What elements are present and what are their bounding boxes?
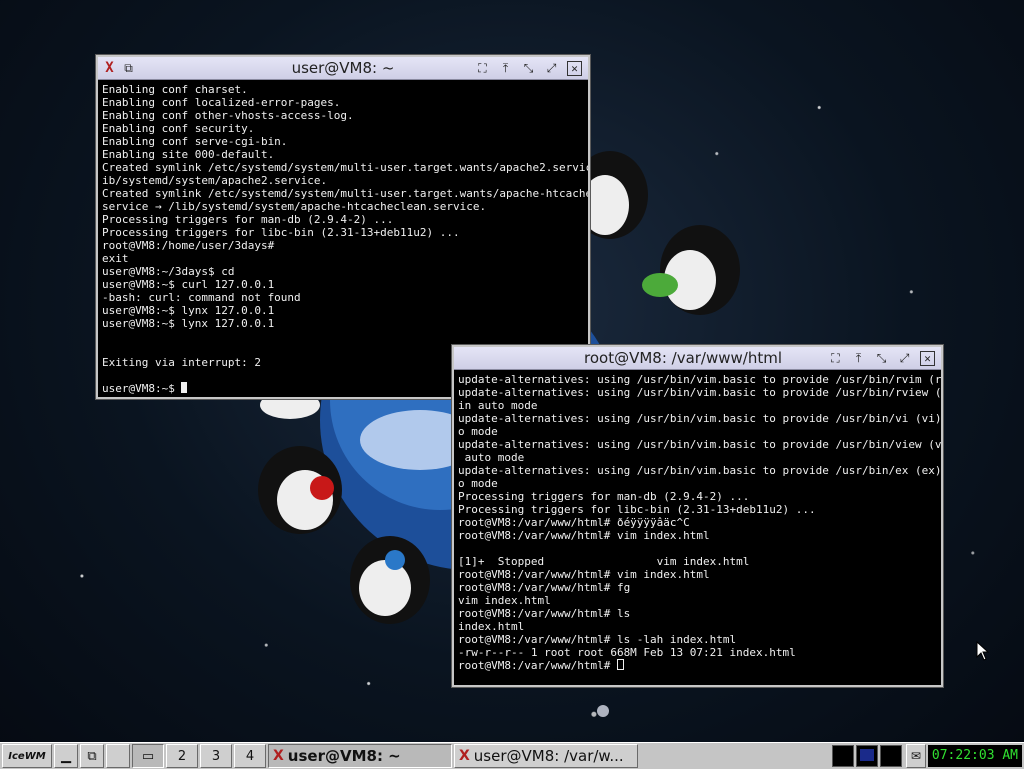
terminal-line: Created symlink /etc/systemd/system/mult… bbox=[102, 187, 588, 200]
terminal-line: Enabling conf localized-error-pages. bbox=[102, 96, 341, 109]
blank-button[interactable] bbox=[106, 744, 130, 768]
terminal-line: Created symlink /etc/systemd/system/mult… bbox=[102, 161, 588, 174]
terminal-line: Enabling conf charset. bbox=[102, 83, 248, 96]
terminal-line: -bash: curl: command not found bbox=[102, 291, 301, 304]
task-button-root[interactable]: X user@VM8: /var/w... bbox=[454, 744, 638, 768]
terminal-line: update-alternatives: using /usr/bin/vim.… bbox=[458, 373, 941, 386]
terminal-line: root@VM8:/var/www/html# ls -lah index.ht… bbox=[458, 633, 737, 646]
task-label: user@VM8: ~ bbox=[287, 747, 401, 765]
workspace-1-button[interactable]: ▭ bbox=[132, 744, 164, 768]
terminal-line: exit bbox=[102, 252, 129, 265]
terminal-line: Enabling conf serve-cgi-bin. bbox=[102, 135, 288, 148]
system-tray: ✉ 07:22:03 AM bbox=[831, 744, 1024, 768]
x-menu-icon[interactable]: X bbox=[102, 60, 117, 76]
terminal-line: Processing triggers for man-db (2.9.4-2)… bbox=[102, 213, 394, 226]
workspace-preview-icon: ▭ bbox=[141, 748, 155, 764]
show-desktop-button[interactable]: ⧉ bbox=[80, 744, 104, 768]
rollup-icon[interactable]: ⤒ bbox=[851, 351, 866, 366]
terminal-prompt[interactable]: root@VM8:/var/www/html# bbox=[458, 659, 937, 672]
minimize-icon[interactable]: ⤡ bbox=[521, 61, 536, 76]
terminal-line: Enabling conf security. bbox=[102, 122, 255, 135]
terminal-line: Enabling site 000-default. bbox=[102, 148, 275, 161]
titlebar[interactable]: X ⧉ user@VM8: ~ ⛶ ⤒ ⤡ ⤢ ✕ bbox=[98, 57, 588, 80]
terminal-line: auto mode bbox=[458, 451, 525, 464]
terminal-line: root@VM8:/var/www/html# vim index.html bbox=[458, 568, 710, 581]
fullscreen-icon[interactable]: ⛶ bbox=[475, 61, 490, 76]
maximize-icon[interactable]: ⤢ bbox=[897, 351, 912, 366]
maximize-icon[interactable]: ⤢ bbox=[544, 61, 559, 76]
workspace-3-button[interactable]: 3 bbox=[200, 744, 232, 768]
terminal-line: [1]+ Stopped vim index.html bbox=[458, 555, 750, 568]
terminal-line: update-alternatives: using /usr/bin/vim.… bbox=[458, 386, 941, 399]
restore-icon[interactable]: ⧉ bbox=[121, 61, 136, 76]
terminal-line: user@VM8:~$ curl 127.0.0.1 bbox=[102, 278, 275, 291]
cpu-monitor-icon[interactable] bbox=[831, 745, 854, 767]
terminal-window-root[interactable]: root@VM8: /var/www/html ⛶ ⤒ ⤡ ⤢ ✕ update… bbox=[452, 345, 943, 687]
rollup-icon[interactable]: ⤒ bbox=[498, 61, 513, 76]
task-button-user[interactable]: X user@VM8: ~ bbox=[268, 744, 452, 768]
terminal-line: user@VM8:~/3days$ cd bbox=[102, 265, 235, 278]
workspace-2-button[interactable]: 2 bbox=[166, 744, 198, 768]
terminal-line: update-alternatives: using /usr/bin/vim.… bbox=[458, 464, 941, 477]
terminal-line: Processing triggers for libc-bin (2.31-1… bbox=[102, 226, 460, 239]
workspace-4-button[interactable]: 4 bbox=[234, 744, 266, 768]
window-list-menu-button[interactable]: ▁ bbox=[54, 744, 78, 768]
network-monitor-icon[interactable] bbox=[879, 745, 902, 767]
terminal-line: Processing triggers for man-db (2.9.4-2)… bbox=[458, 490, 750, 503]
close-icon[interactable]: ✕ bbox=[567, 60, 582, 76]
terminal-line: root@VM8:/var/www/html# fg bbox=[458, 581, 631, 594]
terminal-line: Processing triggers for libc-bin (2.31-1… bbox=[458, 503, 816, 516]
start-menu-button[interactable]: IceWM bbox=[2, 744, 52, 768]
terminal-line: in auto mode bbox=[458, 399, 538, 412]
terminal-line: ib/systemd/system/apache2.service. bbox=[102, 174, 328, 187]
text-cursor bbox=[181, 382, 188, 393]
mail-icon[interactable]: ✉ bbox=[905, 744, 926, 768]
terminal-line: o mode bbox=[458, 425, 498, 438]
terminal-line: user@VM8:~$ lynx 127.0.0.1 bbox=[102, 304, 275, 317]
terminal-output[interactable]: update-alternatives: using /usr/bin/vim.… bbox=[454, 370, 941, 675]
terminal-line: Enabling conf other-vhosts-access-log. bbox=[102, 109, 354, 122]
terminal-line: update-alternatives: using /usr/bin/vim.… bbox=[458, 412, 941, 425]
terminal-app-icon: X bbox=[273, 748, 284, 764]
terminal-line: root@VM8:/var/www/html# vim index.html bbox=[458, 529, 710, 542]
close-icon[interactable]: ✕ bbox=[920, 350, 935, 366]
terminal-line: root@VM8:/var/www/html# ls bbox=[458, 607, 631, 620]
terminal-line: root@VM8:/var/www/html# ðéÿÿÿÿâäc^C bbox=[458, 516, 690, 529]
terminal-line: root@VM8:/home/user/3days# bbox=[102, 239, 275, 252]
terminal-line: -rw-r--r-- 1 root root 668M Feb 13 07:21… bbox=[458, 646, 796, 659]
task-label: user@VM8: /var/w... bbox=[473, 747, 624, 765]
terminal-line: service → /lib/systemd/system/apache-htc… bbox=[102, 200, 487, 213]
taskbar: IceWM ▁ ⧉ ▭ 2 3 4 X user@VM8: ~ X user@V… bbox=[0, 742, 1024, 769]
memory-monitor-icon[interactable] bbox=[855, 745, 878, 767]
fullscreen-icon[interactable]: ⛶ bbox=[828, 351, 843, 366]
terminal-line: user@VM8:~$ lynx 127.0.0.1 bbox=[102, 317, 275, 330]
terminal-line: o mode bbox=[458, 477, 498, 490]
text-cursor bbox=[616, 659, 624, 670]
clock[interactable]: 07:22:03 AM bbox=[927, 745, 1022, 767]
titlebar[interactable]: root@VM8: /var/www/html ⛶ ⤒ ⤡ ⤢ ✕ bbox=[454, 347, 941, 370]
terminal-app-icon: X bbox=[459, 748, 470, 764]
terminal-line: index.html bbox=[458, 620, 525, 633]
terminal-line: update-alternatives: using /usr/bin/vim.… bbox=[458, 438, 941, 451]
mouse-pointer-icon bbox=[976, 641, 990, 661]
terminal-line: vim index.html bbox=[458, 594, 551, 607]
minimize-icon[interactable]: ⤡ bbox=[874, 351, 889, 366]
